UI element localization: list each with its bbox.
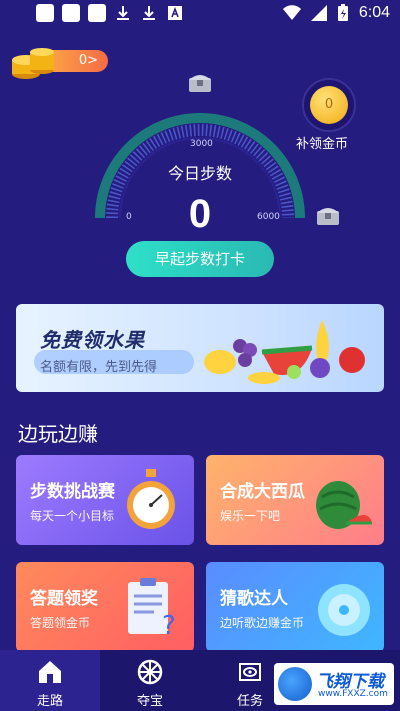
card-guess-song[interactable]: 猜歌达人 边听歌边赚金币: [206, 562, 384, 652]
treasure-chest-icon[interactable]: [187, 70, 213, 94]
tab-label: 夺宝: [136, 694, 163, 709]
card-subtitle: 每天一个小目标: [30, 509, 115, 523]
watermark-logo-icon: [278, 667, 312, 701]
svg-text:?: ?: [162, 611, 176, 640]
banner-title: 免费领水果: [40, 328, 145, 352]
card-step-challenge[interactable]: 步数挑战赛 每天一个小目标: [16, 455, 194, 545]
tab-label: 走路: [36, 694, 63, 709]
notification-square-icon: [36, 4, 54, 22]
gauge-tick-mid: 3000: [190, 139, 213, 149]
download-icon: [117, 6, 129, 20]
home-icon: [39, 661, 61, 683]
watermark-url: www.FXXZ.com: [318, 689, 388, 699]
treasure-chest-icon[interactable]: [315, 203, 341, 227]
watermelon-icon: [316, 481, 372, 529]
wifi-icon: [282, 5, 301, 20]
clock: 6:04: [358, 4, 390, 21]
card-subtitle: 娱乐一下吧: [220, 509, 281, 523]
status-bar: 6:04: [0, 0, 400, 28]
card-subtitle: 边听歌边赚金币: [220, 616, 305, 630]
stopwatch-icon: [127, 469, 175, 529]
banner-subtitle: 名额有限，先到先得: [40, 360, 158, 375]
signal-icon: [310, 5, 327, 21]
card-title: 猜歌达人: [220, 589, 288, 609]
section-title-play-earn: 边玩边赚: [18, 422, 98, 446]
download-icon: [143, 6, 155, 20]
coin-balance-badge[interactable]: 0>: [10, 40, 108, 80]
free-fruit-banner[interactable]: 免费领水果 名额有限，先到先得: [16, 304, 384, 392]
music-disc-icon: [318, 584, 370, 636]
bonus-coin-value: 0: [310, 86, 348, 124]
card-title: 答题领奖: [30, 589, 98, 609]
card-merge-watermelon[interactable]: 合成大西瓜 娱乐一下吧: [206, 455, 384, 545]
system-indicators: 6:04: [282, 4, 390, 22]
card-subtitle: 答题领金币: [30, 616, 91, 630]
tab-walk[interactable]: 走路: [0, 650, 100, 711]
wheel-icon: [137, 659, 163, 685]
quiz-clipboard-icon: ?: [128, 578, 176, 640]
battery-icon: [337, 4, 348, 21]
card-quiz-reward[interactable]: 答题领奖 答题领金币 ?: [16, 562, 194, 652]
early-checkin-button[interactable]: 早起步数打卡: [126, 241, 274, 277]
coin-balance-value: 0>: [78, 53, 98, 68]
app-notification-icon: [168, 6, 182, 20]
coin-stack-icon: [12, 48, 54, 79]
task-eye-icon: [239, 663, 261, 681]
notification-square-icon: [62, 4, 80, 22]
tab-treasure[interactable]: 夺宝: [100, 650, 200, 711]
card-title: 合成大西瓜: [220, 482, 305, 502]
bonus-coin-label: 补领金币: [296, 137, 349, 152]
notification-square-icon: [88, 4, 106, 22]
bonus-coin-button[interactable]: 0: [302, 78, 356, 132]
card-title: 步数挑战赛: [30, 482, 115, 502]
site-watermark: 飞翔下载 www.FXXZ.com: [274, 663, 394, 705]
notification-icons: [36, 4, 184, 22]
fruit-basket-illustration: [204, 320, 365, 384]
step-gauge-title: 今日步数: [167, 164, 232, 183]
